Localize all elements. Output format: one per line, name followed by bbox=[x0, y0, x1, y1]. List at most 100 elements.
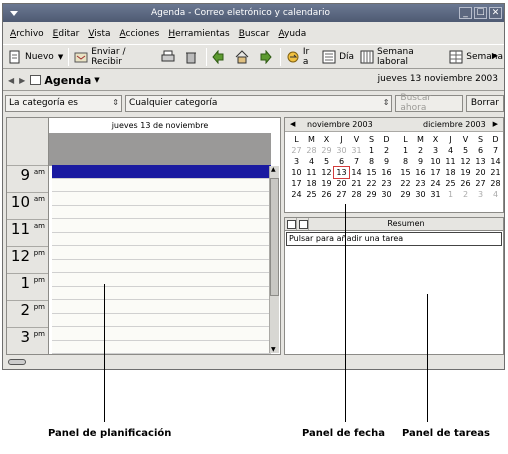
menu-archivo[interactable]: Archivo bbox=[10, 29, 44, 39]
day-cell[interactable]: 2 bbox=[379, 145, 394, 156]
component-title[interactable]: Agenda bbox=[44, 74, 91, 87]
time-slot[interactable] bbox=[52, 219, 271, 233]
day-cell[interactable]: 1 bbox=[364, 145, 379, 156]
day-cell[interactable]: 1 bbox=[398, 145, 413, 156]
time-slot[interactable] bbox=[52, 232, 271, 246]
day-cell[interactable]: 7 bbox=[488, 145, 503, 156]
day-cell[interactable]: 14 bbox=[488, 156, 503, 167]
menu-editar[interactable]: Editar bbox=[53, 29, 80, 39]
day-cell[interactable]: 4 bbox=[443, 145, 458, 156]
search-now-button[interactable]: Buscar ahora bbox=[395, 93, 463, 113]
day-cell[interactable]: 1 bbox=[443, 189, 458, 200]
day-cell[interactable]: 24 bbox=[428, 178, 443, 189]
day-cell[interactable]: 31 bbox=[428, 189, 443, 200]
day-cell[interactable]: 22 bbox=[364, 178, 379, 189]
close-button[interactable]: ✕ bbox=[489, 7, 502, 19]
day-cell-today[interactable]: 13 bbox=[333, 166, 350, 179]
previous-month-icon[interactable]: ◀ bbox=[290, 120, 295, 128]
day-cell[interactable]: 16 bbox=[379, 167, 394, 178]
day-cell[interactable]: 16 bbox=[413, 167, 428, 178]
day-cell[interactable]: 19 bbox=[458, 167, 473, 178]
day-cell[interactable]: 12 bbox=[458, 156, 473, 167]
window-menu-icon[interactable] bbox=[8, 7, 22, 19]
time-slots[interactable] bbox=[52, 165, 271, 354]
day-cell[interactable]: 26 bbox=[458, 178, 473, 189]
day-cell[interactable]: 2 bbox=[413, 145, 428, 156]
day-cell[interactable]: 21 bbox=[349, 178, 364, 189]
day-cell[interactable]: 20 bbox=[473, 167, 488, 178]
day-cell[interactable]: 29 bbox=[319, 145, 334, 156]
time-slot[interactable] bbox=[52, 205, 271, 219]
day-cell[interactable]: 6 bbox=[473, 145, 488, 156]
day-cell[interactable]: 27 bbox=[334, 189, 349, 200]
clear-button[interactable]: Borrar bbox=[465, 94, 504, 112]
day-cell[interactable]: 21 bbox=[488, 167, 503, 178]
delete-button[interactable] bbox=[183, 47, 202, 67]
time-slot[interactable] bbox=[52, 313, 271, 327]
connection-status-icon[interactable] bbox=[8, 359, 26, 365]
category-value-select[interactable]: Cualquier categoría ⇕ bbox=[124, 94, 393, 112]
time-slot[interactable] bbox=[52, 286, 271, 300]
day-cell[interactable]: 30 bbox=[379, 189, 394, 200]
day-cell[interactable]: 13 bbox=[473, 156, 488, 167]
day-cell[interactable]: 14 bbox=[349, 167, 364, 178]
work-week-view-button[interactable]: Semana laboral bbox=[359, 47, 444, 67]
day-cell[interactable]: 29 bbox=[364, 189, 379, 200]
minimize-button[interactable]: _ bbox=[459, 7, 472, 19]
day-cell[interactable]: 18 bbox=[304, 178, 319, 189]
day-cell[interactable]: 25 bbox=[443, 178, 458, 189]
day-view-button[interactable]: Día bbox=[321, 47, 355, 67]
component-dropdown-icon[interactable]: ▼ bbox=[94, 76, 99, 84]
day-cell[interactable]: 19 bbox=[319, 178, 334, 189]
time-slot[interactable] bbox=[52, 300, 271, 314]
day-cell[interactable]: 17 bbox=[289, 178, 304, 189]
summary-column[interactable]: Resumen bbox=[309, 218, 503, 230]
time-slot-selected[interactable] bbox=[52, 165, 271, 179]
time-slot[interactable] bbox=[52, 259, 271, 273]
task-complete-column[interactable] bbox=[297, 218, 309, 230]
goto-button[interactable]: Ir a bbox=[285, 47, 317, 67]
forward-icon[interactable]: ▶ bbox=[19, 76, 25, 85]
today-button[interactable] bbox=[234, 47, 253, 67]
time-slot[interactable] bbox=[52, 192, 271, 206]
day-cell[interactable]: 10 bbox=[428, 156, 443, 167]
day-cell[interactable]: 8 bbox=[364, 156, 379, 167]
menu-vista[interactable]: Vista bbox=[88, 29, 110, 39]
day-cell[interactable]: 27 bbox=[289, 145, 304, 156]
day-cell[interactable]: 11 bbox=[304, 167, 319, 178]
day-cell[interactable]: 22 bbox=[398, 178, 413, 189]
toolbar-overflow-icon[interactable]: ▶ bbox=[492, 51, 498, 60]
scroll-up-icon[interactable]: ▲ bbox=[271, 166, 276, 173]
day-cell[interactable]: 18 bbox=[443, 167, 458, 178]
day-cell[interactable]: 24 bbox=[289, 189, 304, 200]
day-cell[interactable]: 29 bbox=[398, 189, 413, 200]
menu-buscar[interactable]: Buscar bbox=[239, 29, 270, 39]
day-cell[interactable]: 3 bbox=[289, 156, 304, 167]
previous-button[interactable] bbox=[211, 47, 230, 67]
day-cell[interactable]: 4 bbox=[304, 156, 319, 167]
new-button[interactable]: Nuevo ▼ bbox=[7, 47, 64, 67]
day-cell[interactable]: 15 bbox=[398, 167, 413, 178]
day-cell[interactable]: 27 bbox=[473, 178, 488, 189]
day-cell[interactable]: 10 bbox=[289, 167, 304, 178]
menu-acciones[interactable]: Acciones bbox=[120, 29, 160, 39]
day-cell[interactable]: 31 bbox=[349, 145, 364, 156]
day-cell[interactable]: 3 bbox=[473, 189, 488, 200]
day-cell[interactable]: 8 bbox=[398, 156, 413, 167]
day-cell[interactable]: 6 bbox=[334, 156, 349, 167]
day-cell[interactable]: 23 bbox=[379, 178, 394, 189]
day-cell[interactable]: 9 bbox=[379, 156, 394, 167]
next-button[interactable] bbox=[257, 47, 276, 67]
planner-scrollbar[interactable]: ▲ ▼ bbox=[269, 166, 279, 353]
time-slot[interactable] bbox=[52, 340, 271, 354]
day-cell[interactable]: 7 bbox=[349, 156, 364, 167]
next-month-icon[interactable]: ▶ bbox=[493, 120, 498, 128]
task-type-column[interactable] bbox=[285, 218, 297, 230]
day-cell[interactable]: 28 bbox=[349, 189, 364, 200]
category-mode-select[interactable]: La categoría es ⇕ bbox=[5, 94, 122, 112]
print-button[interactable] bbox=[160, 47, 179, 67]
menu-ayuda[interactable]: Ayuda bbox=[278, 29, 306, 39]
time-slot[interactable] bbox=[52, 178, 271, 192]
scroll-thumb[interactable] bbox=[270, 178, 279, 296]
time-slot[interactable] bbox=[52, 273, 271, 287]
